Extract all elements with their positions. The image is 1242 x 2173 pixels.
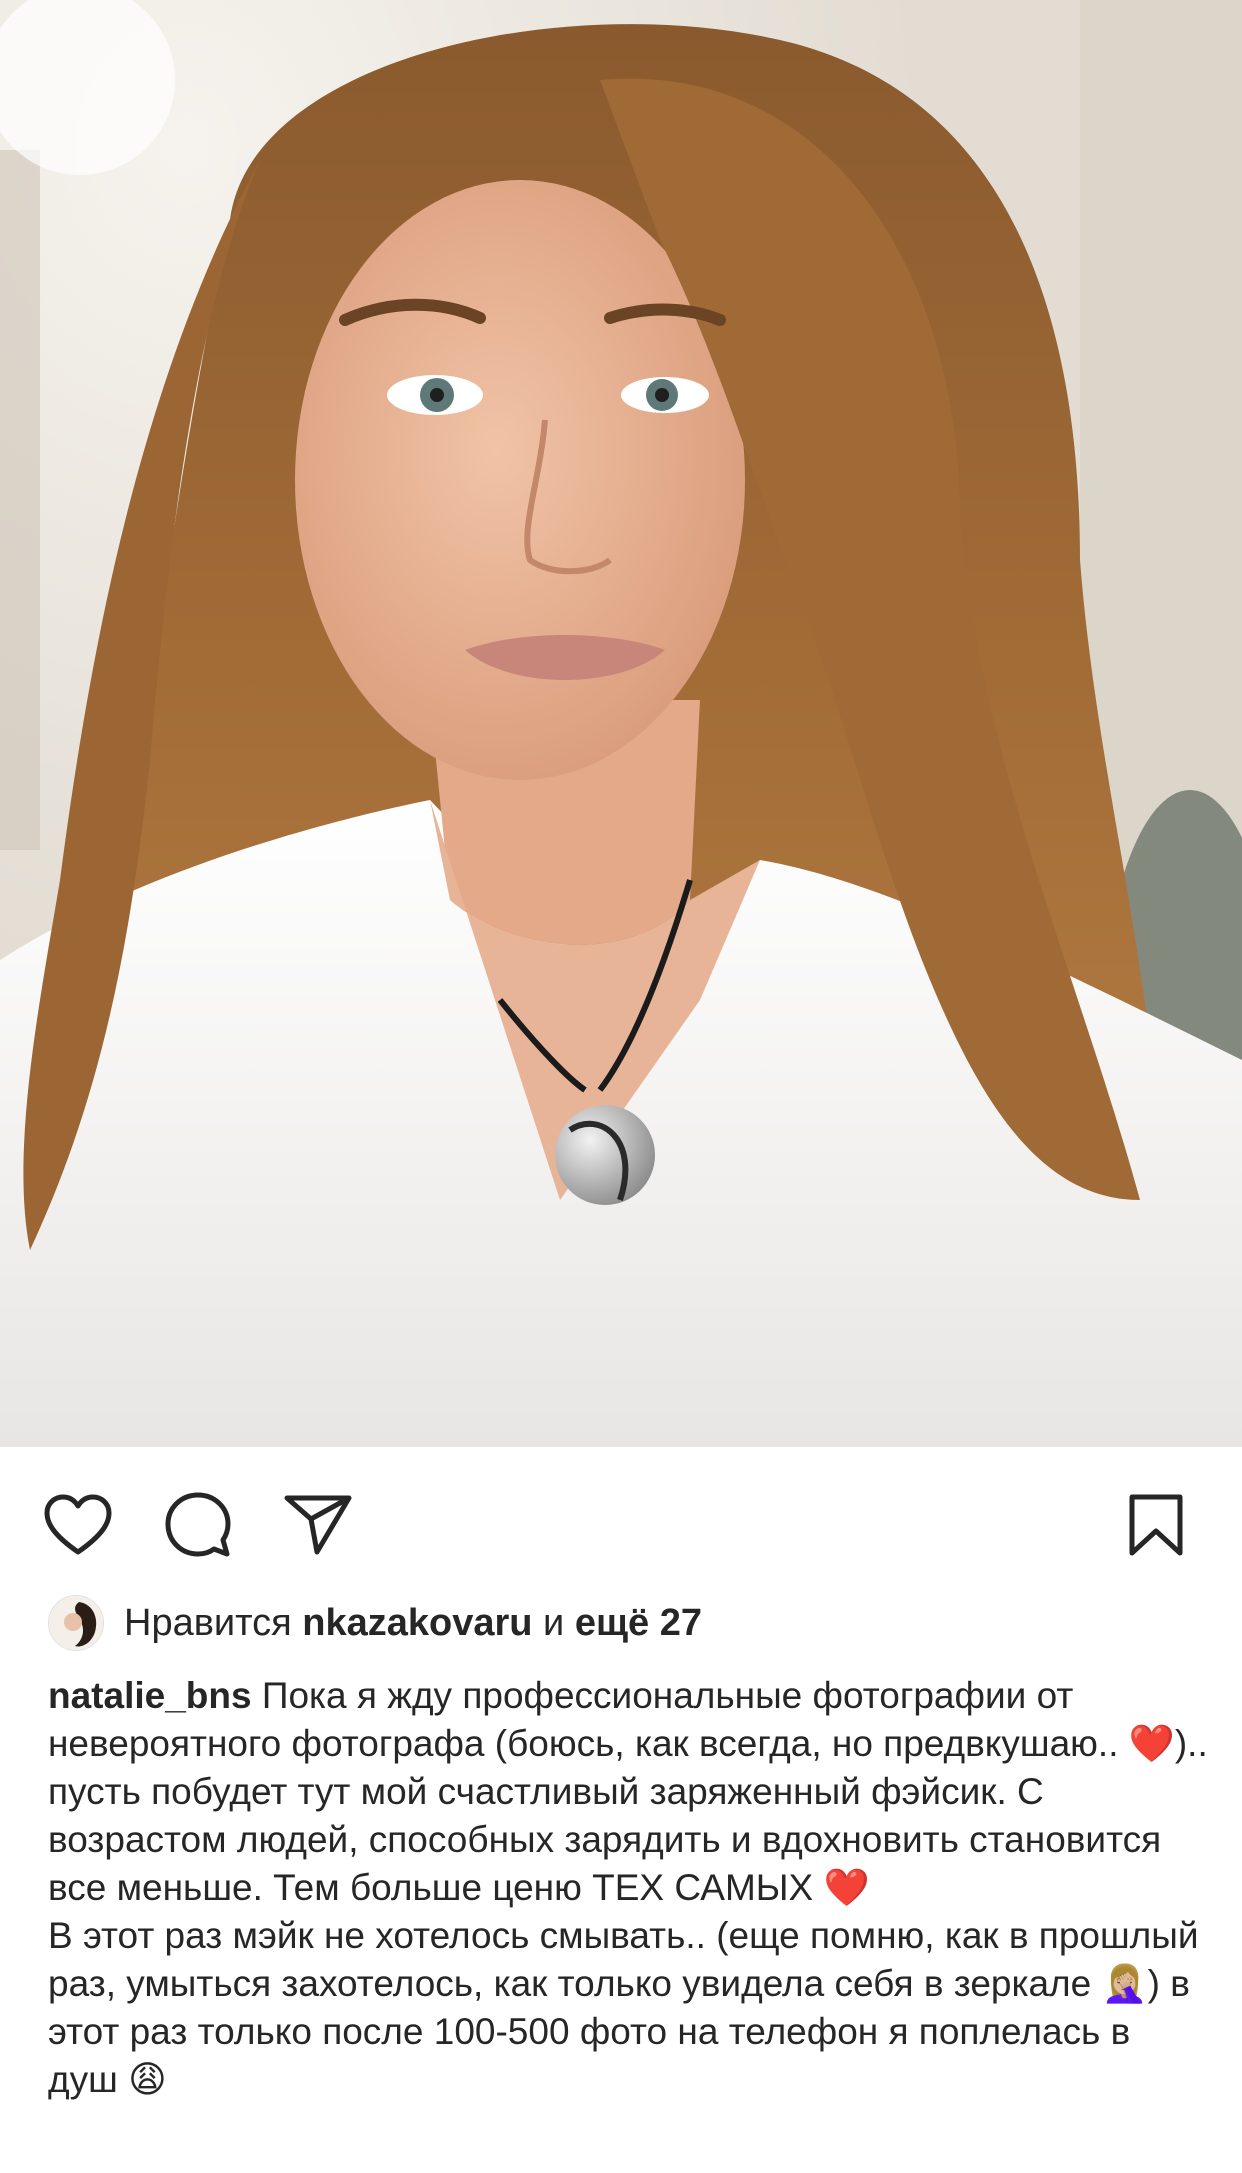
likes-others-link[interactable]: ещё 27 <box>575 1602 702 1645</box>
comment-button[interactable] <box>162 1489 234 1561</box>
save-button[interactable] <box>1120 1489 1192 1561</box>
selfie-photo <box>0 0 1242 1447</box>
likes-conjunction: и <box>543 1601 565 1644</box>
send-icon <box>284 1495 352 1555</box>
liker-avatar-image <box>49 1596 103 1650</box>
likes-row[interactable]: Нравится nkazakovaru и ещё 27 <box>48 1595 702 1651</box>
red-heart-emoji: ❤️ <box>1128 1722 1175 1765</box>
likes-prefix: Нравится <box>124 1601 292 1644</box>
facepalm-emoji: 🤦🏼‍♀️ <box>1101 1962 1148 2005</box>
caption-paragraph-2: В этот раз мэйк не хотелось смывать.. (е… <box>48 1912 1208 2104</box>
bookmark-icon <box>1129 1494 1183 1556</box>
avatar[interactable] <box>48 1595 104 1651</box>
post-photo[interactable] <box>0 0 1242 1447</box>
post-caption: natalie_bns Пока я жду профессиональные … <box>48 1672 1208 2104</box>
caption-username-link[interactable]: natalie_bns <box>48 1675 252 1716</box>
likes-user-link[interactable]: nkazakovaru <box>302 1602 532 1645</box>
share-button[interactable] <box>282 1489 354 1561</box>
red-heart-emoji: ❤️ <box>823 1866 870 1909</box>
caption-text-3: В этот раз мэйк не хотелось смывать.. (е… <box>48 1915 1199 2004</box>
weary-face-emoji: 😩 <box>128 2058 167 2101</box>
caption-paragraph-1: natalie_bns Пока я жду профессиональные … <box>48 1672 1208 1912</box>
heart-icon <box>44 1494 112 1555</box>
post-actions-bar <box>0 1447 1242 1597</box>
like-button[interactable] <box>42 1489 114 1561</box>
comment-icon <box>165 1492 231 1557</box>
